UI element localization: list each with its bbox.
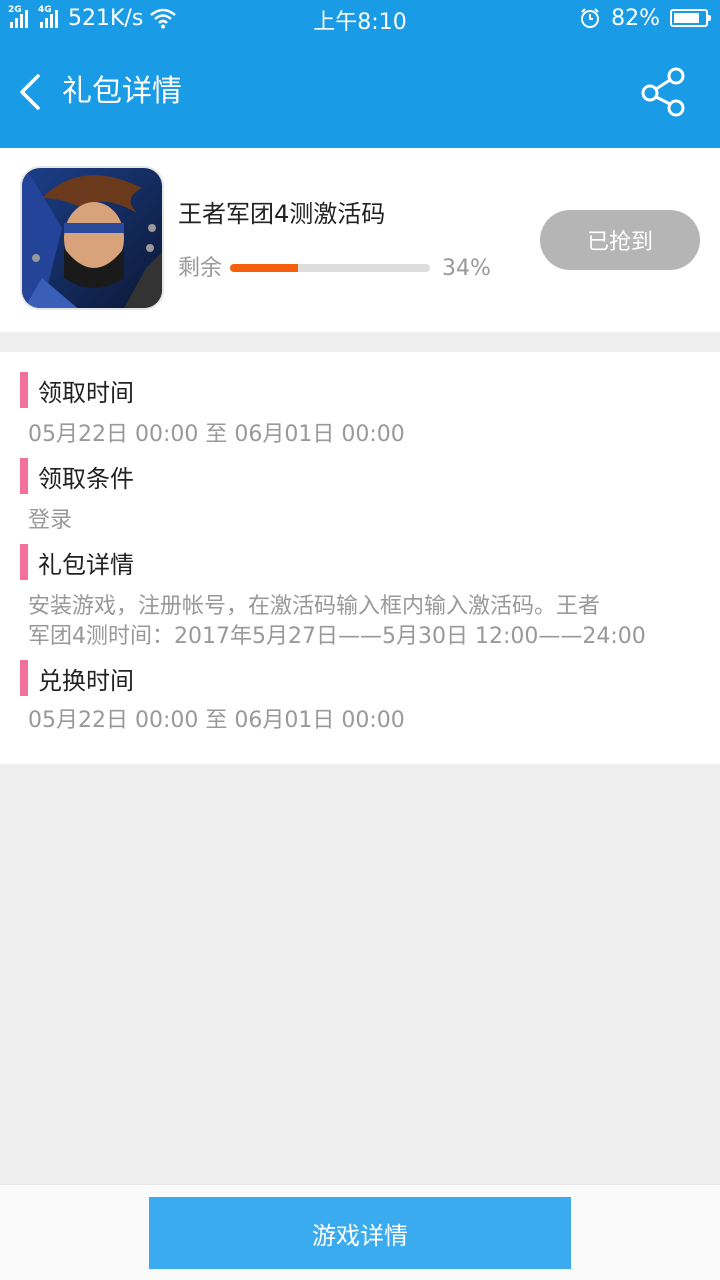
- section-content: 05月22日 00:00 至 06月01日 00:00: [28, 708, 405, 733]
- section-marker: [20, 544, 28, 580]
- section-title: 领取条件: [38, 464, 134, 493]
- section-header-gift-detail: 礼包详情: [20, 544, 134, 580]
- remain-progress-fill: [230, 264, 298, 272]
- back-button[interactable]: [14, 72, 50, 112]
- section-content: 军团4测时间：2017年5月27日——5月30日 12:00——24:00: [28, 624, 646, 649]
- remain-progress-bar: [230, 264, 430, 272]
- section-content: 05月22日 00:00 至 06月01日 00:00: [28, 422, 405, 447]
- alarm-icon: [581, 8, 600, 28]
- remain-percent: 34%: [442, 256, 491, 281]
- gift-card: 王者军团4测激活码 剩余 34% 已抢到: [0, 148, 720, 332]
- remain-label: 剩余: [178, 256, 223, 281]
- section-title: 兑换时间: [38, 666, 134, 695]
- section-content: 安装游戏，注册帐号，在激活码输入框内输入激活码。王者: [28, 594, 601, 619]
- section-header-claim-condition: 领取条件: [20, 458, 134, 494]
- page-title: 礼包详情: [62, 74, 182, 109]
- game-detail-button[interactable]: 游戏详情: [149, 1197, 571, 1269]
- section-title: 礼包详情: [38, 550, 134, 579]
- game-icon[interactable]: [20, 166, 164, 310]
- battery-icon: [670, 9, 711, 27]
- header: 礼包详情: [0, 36, 720, 148]
- gift-details: 领取时间 05月22日 00:00 至 06月01日 00:00 领取条件 登录…: [0, 352, 720, 764]
- section-marker: [20, 660, 28, 696]
- section-content: 登录: [28, 508, 73, 533]
- section-title: 领取时间: [38, 378, 134, 407]
- section-header-redeem-time: 兑换时间: [20, 660, 134, 696]
- section-marker: [20, 458, 28, 494]
- share-icon[interactable]: [638, 66, 690, 118]
- status-bar: 2G 4G 521K/s 上午8:10 82%: [0, 0, 720, 36]
- section-header-claim-time: 领取时间: [20, 372, 134, 408]
- claimed-button[interactable]: 已抢到: [540, 210, 700, 270]
- footer: 游戏详情: [0, 1184, 720, 1280]
- battery-percent: 82%: [611, 5, 660, 31]
- section-marker: [20, 372, 28, 408]
- gift-title: 王者军团4测激活码: [178, 200, 386, 228]
